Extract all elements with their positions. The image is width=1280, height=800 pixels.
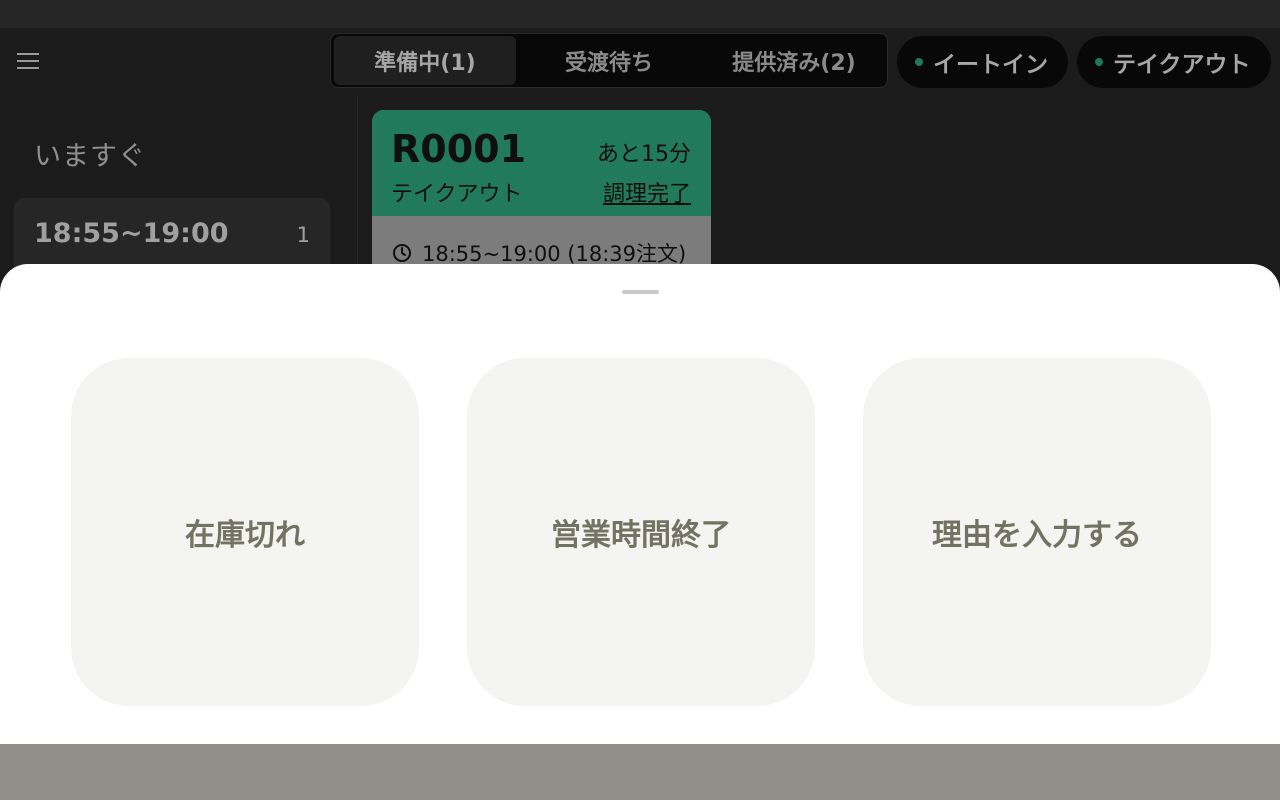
drag-handle[interactable] [622,290,659,294]
slot-time: 18:55~19:00 [34,218,229,249]
order-remaining-time: あと15分 [597,142,691,167]
filter-label: テイクアウト [1113,52,1251,78]
status-tabs: 準備中(1) 受渡待ち 提供済み(2) [330,33,888,88]
sidebar-title: いますぐ [34,141,146,172]
order-type: テイクアウト [391,182,523,207]
filter-eat-in[interactable]: イートイン [897,36,1068,88]
filter-takeout[interactable]: テイクアウト [1077,36,1271,88]
status-bar [0,0,1280,28]
order-id: R0001 [391,127,527,171]
cooking-complete-link[interactable]: 調理完了 [603,176,691,208]
navigation-bar-area [0,744,1280,800]
slot-count: 1 [296,223,310,247]
reason-closing-time-button[interactable]: 営業時間終了 [467,358,815,706]
hamburger-icon[interactable] [17,53,39,69]
tab-awaiting-pickup[interactable]: 受渡待ち [519,34,699,87]
filter-dot-icon [1095,58,1103,66]
tab-preparing[interactable]: 準備中(1) [334,36,516,85]
reason-out-of-stock-button[interactable]: 在庫切れ [71,358,419,706]
order-card-header: R0001 あと15分 テイクアウト 調理完了 [372,110,711,216]
clock-icon [393,244,411,262]
filter-dot-icon [915,58,923,66]
filter-label: イートイン [933,52,1048,78]
tab-served[interactable]: 提供済み(2) [701,34,887,87]
reason-custom-input-button[interactable]: 理由を入力する [863,358,1211,706]
reason-bottom-sheet: 在庫切れ 営業時間終了 理由を入力する [0,264,1280,744]
